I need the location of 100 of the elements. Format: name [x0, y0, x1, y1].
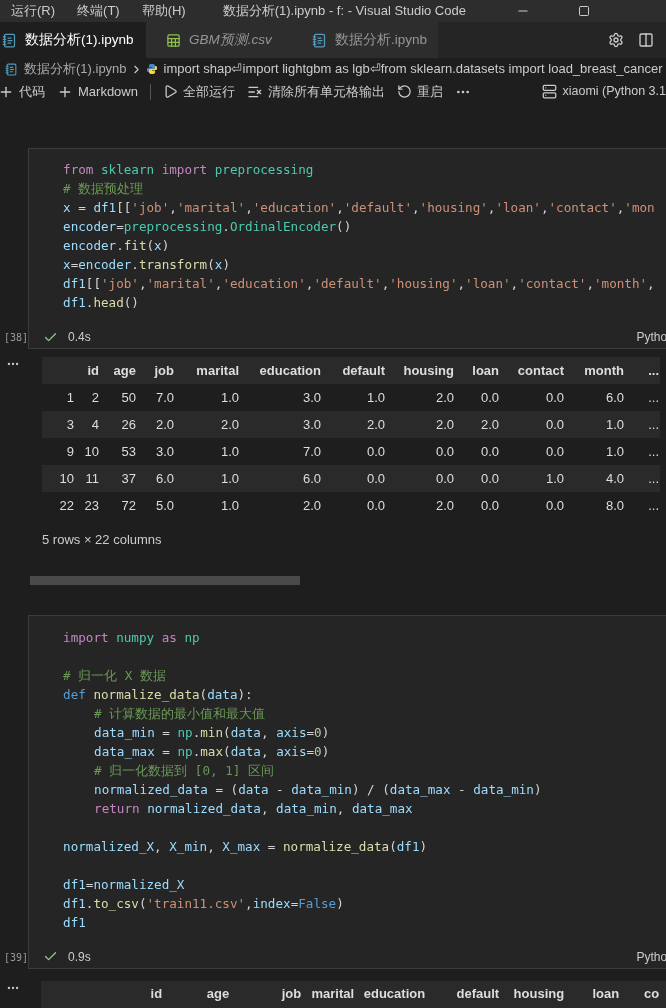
maximize-icon[interactable] — [577, 5, 590, 17]
breadcrumb-item[interactable]: import shap⏎import lightgbm as lgb⏎from sklearn.datasets import load_breast_cancer — [163, 59, 663, 79]
table-cell-text: 37 — [120, 469, 137, 488]
table-cell-text: 0.0 — [544, 442, 565, 461]
code-line: normalized_X, X_min, X_max = normalize_data(df1) — [63, 837, 429, 856]
toolbar-button[interactable]: 清除所有单元格输出 — [240, 80, 391, 103]
code-line: df1 — [63, 913, 87, 932]
horizontal-scrollbar[interactable] — [30, 575, 300, 585]
kernel-picker[interactable]: xiaomi (Python 3.1 — [562, 82, 666, 101]
table-cell-text: 23 — [83, 496, 100, 515]
toolbar-button[interactable]: Markdown — [51, 80, 144, 103]
code-line: df1=normalized_X — [63, 875, 186, 894]
table-cell-text: 1.0 — [604, 442, 625, 461]
toolbar-button[interactable]: 重启 — [390, 80, 449, 103]
table-cell-text: ... — [647, 388, 660, 407]
toolbar-button[interactable]: 代码 — [0, 80, 51, 103]
breadcrumb-item[interactable]: 数据分析(1).ipynb — [24, 59, 127, 79]
notebook-icon — [312, 32, 327, 48]
code-line: df1[['job','marital','education','default','housing','loan','contact','month', — [63, 275, 656, 293]
table-cell-text: 1.0 — [219, 388, 240, 407]
table-cell-text: 7.0 — [154, 388, 175, 407]
play-icon — [162, 84, 178, 99]
code-line: # 计算数据的最小值和最大值 — [93, 704, 267, 723]
code-line: encoder.fit(x) — [63, 237, 171, 255]
column-header: housing — [402, 361, 455, 380]
table-cell-text: 0.0 — [365, 442, 386, 461]
table-cell-text: 1.0 — [365, 388, 386, 407]
table-cell-text: 2.0 — [154, 415, 175, 434]
table-cell-text: 53 — [120, 442, 137, 461]
notebook-icon — [5, 62, 18, 76]
code-line: x=encoder.transform(x) — [63, 256, 231, 274]
table-cell-text: 6.0 — [604, 388, 625, 407]
table-cell-text: 1.0 — [544, 469, 565, 488]
code-line: data_max = np.max(data, axis=0) — [93, 742, 331, 761]
table-cell-text: 4 — [90, 415, 100, 434]
code-line: import numpy as np — [63, 628, 201, 647]
code-line: # 数据预处理 — [63, 180, 145, 198]
execution-time: 0.4s — [68, 329, 91, 346]
column-header: marital — [195, 361, 240, 380]
window-title: 数据分析(1).ipynb - f: - Visual Studio Code — [222, 2, 466, 21]
table-cell-text: 5.0 — [154, 496, 175, 515]
toolbar-button[interactable]: 全部运行 — [156, 80, 241, 103]
row-index: 9 — [65, 442, 75, 461]
table-cell-text: 0.0 — [479, 469, 500, 488]
code-line: return normalized_data, data_min, data_max — [93, 799, 414, 818]
code-line: data_min = np.min(data, axis=0) — [93, 723, 331, 742]
code-line: encoder=preprocessing.OrdinalEncoder() — [63, 218, 353, 236]
row-index: 22 — [58, 496, 75, 515]
table-cell-text: 2.0 — [434, 388, 455, 407]
spreadsheet-icon — [166, 32, 181, 48]
table-cell-text: 0.0 — [479, 388, 500, 407]
editor-tab[interactable]: 数据分析.ipynb — [292, 22, 438, 58]
table-cell-text: 0.0 — [544, 496, 565, 515]
kernel-language: Pytho — [636, 329, 666, 346]
editor-tab[interactable]: GBM预测.csv — [146, 22, 292, 58]
execution-time: 0.9s — [68, 948, 91, 966]
column-header: education — [258, 361, 322, 380]
column-header: contact — [516, 361, 565, 380]
table-cell-text: 3.0 — [301, 388, 322, 407]
code-line: normalized_data = (data - data_min) / (data_max - data_min) — [93, 780, 543, 799]
table-cell-text: 7.0 — [301, 442, 322, 461]
table-cell-text: 11 — [84, 469, 100, 488]
code-line: x = df1[['job','marital','education','default','housing','loan','contact','mon — [63, 199, 656, 217]
menu-item[interactable]: 运行(R) — [0, 1, 67, 21]
table-cell-text: 6.0 — [154, 469, 175, 488]
column-header: loan — [471, 361, 500, 380]
row-index: 1 — [65, 388, 75, 407]
column-header: month — [583, 361, 625, 380]
column-header: id — [149, 985, 163, 1004]
column-header: job — [153, 361, 175, 380]
table-cell-text: 1.0 — [219, 469, 240, 488]
column-header: default — [341, 361, 386, 380]
table-cell-text: 26 — [120, 415, 137, 434]
table-cell-text: 2.0 — [301, 496, 322, 515]
table-cell-text: ... — [647, 415, 660, 434]
column-header: age — [205, 985, 230, 1004]
split-editor-icon[interactable] — [638, 32, 654, 48]
code-line: # 归一化 X 数据 — [63, 666, 167, 685]
editor-tab[interactable]: 数据分析(1).ipynb — [0, 22, 146, 58]
table-cell-text: 0.0 — [365, 469, 386, 488]
table-cell-text: 2.0 — [434, 415, 455, 434]
table-cell-text: ... — [647, 442, 660, 461]
code-line: # 归一化数据到 [0, 1] 区间 — [93, 761, 275, 780]
table-cell-text: 1.0 — [219, 442, 240, 461]
table-cell-text: 2.0 — [365, 415, 386, 434]
table-cell-text: ... — [647, 496, 660, 515]
settings-icon[interactable] — [608, 32, 624, 48]
table-cell-text: 50 — [120, 388, 137, 407]
column-header: loan — [591, 985, 620, 1004]
menu-item[interactable]: 终端(T) — [66, 1, 131, 21]
code-line: df1.head() — [63, 294, 140, 312]
table-cell-text: 2.0 — [479, 415, 500, 434]
menu-item[interactable]: 帮助(H) — [130, 1, 197, 21]
table-cell-text: 1.0 — [219, 496, 240, 515]
code-line: df1.to_csv('train11.csv',index=False) — [63, 894, 345, 913]
row-index: 3 — [65, 415, 75, 434]
table-cell-text: 10 — [83, 442, 100, 461]
table-cell-text: 2.0 — [219, 415, 240, 434]
table-cell-text: 8.0 — [604, 496, 625, 515]
table-cell-text: ... — [647, 469, 660, 488]
